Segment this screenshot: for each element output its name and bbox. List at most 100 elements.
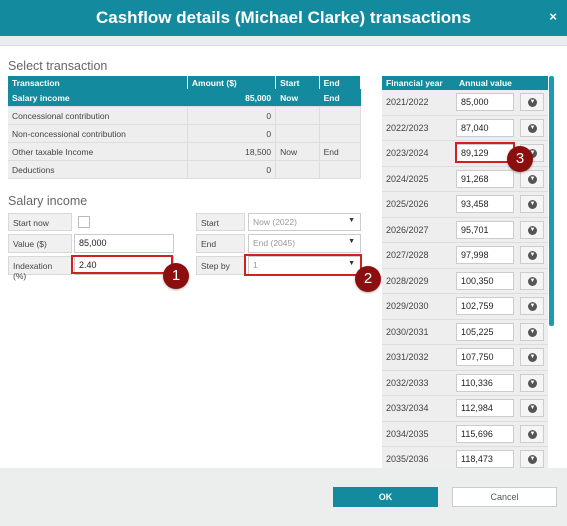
row-action-button[interactable]: ▼: [520, 450, 544, 468]
year-label: 2025/2026: [386, 199, 429, 209]
dialog-title: Cashflow details (Michael Clarke) transa…: [95, 8, 472, 27]
year-row: 2031/2032 107,750 ▼: [382, 345, 548, 371]
col-transaction: Transaction: [8, 76, 188, 89]
row-amount: 0: [187, 106, 277, 125]
row-action-button[interactable]: ▼: [520, 322, 544, 341]
annual-value-input[interactable]: 93,458: [456, 195, 514, 213]
row-end: [319, 124, 362, 143]
chevron-down-circle-icon: ▼: [528, 174, 537, 184]
salary-income-title: Salary income: [8, 194, 88, 208]
year-row: 2035/2036 118,473 ▼: [382, 447, 548, 468]
caret-down-icon: ▼: [348, 238, 355, 245]
year-row: 2028/2029 100,350 ▼: [382, 269, 548, 294]
year-label: 2030/2031: [386, 326, 429, 337]
year-row: 2022/2023 87,040 ▼: [382, 116, 548, 141]
callout-badge-3: 3: [507, 146, 533, 172]
step-by-label: Step by: [196, 256, 245, 275]
row-end: End: [319, 89, 362, 107]
annual-value-input[interactable]: 97,998: [456, 246, 514, 264]
annual-value-callout: [455, 142, 515, 163]
row-action-button[interactable]: ▼: [520, 424, 544, 443]
year-row: 2026/2027 95,701 ▼: [382, 218, 548, 243]
end-select-value: End (2045): [253, 238, 296, 248]
indexation-callout: [71, 255, 173, 274]
callout-badge-2: 2: [355, 266, 381, 292]
row-action-button[interactable]: ▼: [520, 246, 544, 264]
year-label: 2031/2032: [386, 352, 429, 362]
end-label: End: [196, 234, 245, 253]
row-action-button[interactable]: ▼: [520, 220, 544, 239]
row-name: Deductions: [8, 160, 188, 179]
col-financial-year: Financial year: [386, 78, 443, 88]
cancel-button[interactable]: Cancel: [452, 487, 557, 507]
col-start: Start: [275, 76, 320, 89]
chevron-down-circle-icon: ▼: [528, 276, 537, 286]
year-label: 2022/2023: [386, 122, 429, 133]
table-row[interactable]: Other taxable Income 18,500 Now End: [8, 142, 362, 161]
annual-value-input[interactable]: 85,000: [456, 93, 514, 111]
end-select[interactable]: End (2045) ▼: [248, 234, 361, 253]
row-amount: 85,000: [187, 89, 277, 107]
row-action-button[interactable]: ▼: [520, 399, 544, 417]
close-icon[interactable]: ×: [549, 9, 557, 24]
row-end: End: [319, 142, 362, 161]
dialog-titlebar: Cashflow details (Michael Clarke) transa…: [0, 0, 567, 36]
chevron-down-circle-icon: ▼: [528, 98, 537, 107]
year-label: 2029/2030: [386, 301, 429, 311]
chevron-down-circle-icon: ▼: [528, 123, 537, 133]
indexation-label: Indexation (%): [8, 256, 72, 281]
annual-value-input[interactable]: 112,984: [456, 399, 514, 417]
row-name: Non-concessional contribution: [8, 124, 188, 143]
row-action-button[interactable]: ▼: [520, 169, 544, 188]
step-by-callout: [244, 254, 362, 276]
year-row: 2029/2030 102,759 ▼: [382, 294, 548, 320]
annual-value-input[interactable]: 87,040: [456, 118, 514, 137]
ok-button[interactable]: OK: [333, 487, 438, 507]
annual-value-input[interactable]: 91,268: [456, 169, 514, 188]
annual-value-input[interactable]: 118,473: [456, 450, 514, 468]
row-action-button[interactable]: ▼: [520, 297, 544, 315]
annual-value-input[interactable]: 100,350: [456, 271, 514, 290]
row-action-button[interactable]: ▼: [520, 93, 544, 111]
row-action-button[interactable]: ▼: [520, 271, 544, 290]
table-row[interactable]: Deductions 0: [8, 160, 362, 179]
annual-values-panel: Financial year Annual value 2021/2022 85,…: [382, 76, 548, 468]
year-panel-scrollbar[interactable]: [549, 76, 554, 326]
chevron-down-circle-icon: ▼: [528, 251, 537, 260]
annual-value-input[interactable]: 95,701: [456, 220, 514, 239]
row-amount: 18,500: [187, 142, 277, 161]
row-action-button[interactable]: ▼: [520, 373, 544, 392]
year-label: 2034/2035: [386, 428, 429, 439]
year-row: 2027/2028 97,998 ▼: [382, 243, 548, 269]
table-row[interactable]: Non-concessional contribution 0: [8, 124, 362, 143]
start-select[interactable]: Now (2022) ▼: [248, 213, 361, 231]
annual-value-input[interactable]: 105,225: [456, 322, 514, 341]
start-now-checkbox[interactable]: [78, 216, 90, 228]
row-start: Now: [275, 142, 320, 161]
annual-value-input[interactable]: 102,759: [456, 297, 514, 315]
row-start: [275, 106, 320, 125]
row-start: [275, 160, 320, 179]
table-row[interactable]: Salary income 85,000 Now End: [8, 89, 362, 107]
table-row[interactable]: Concessional contribution 0: [8, 106, 362, 125]
year-label: 2035/2036: [386, 454, 429, 464]
header-divider: [0, 36, 567, 46]
chevron-down-circle-icon: ▼: [528, 353, 537, 362]
value-input[interactable]: 85,000: [74, 234, 174, 253]
chevron-down-circle-icon: ▼: [528, 404, 537, 413]
chevron-down-circle-icon: ▼: [528, 429, 537, 439]
annual-value-input[interactable]: 107,750: [456, 348, 514, 366]
year-row: 2032/2033 110,336 ▼: [382, 371, 548, 396]
chevron-down-circle-icon: ▼: [528, 378, 537, 388]
year-label: 2021/2022: [386, 97, 429, 107]
row-action-button[interactable]: ▼: [520, 348, 544, 366]
row-amount: 0: [187, 160, 277, 179]
row-start: [275, 124, 320, 143]
year-label: 2032/2033: [386, 377, 429, 388]
start-now-label: Start now: [8, 213, 72, 231]
annual-value-input[interactable]: 115,696: [456, 424, 514, 443]
transaction-table: Transaction Amount ($) Start End Salary …: [8, 76, 362, 179]
row-action-button[interactable]: ▼: [520, 118, 544, 137]
annual-value-input[interactable]: 110,336: [456, 373, 514, 392]
row-action-button[interactable]: ▼: [520, 195, 544, 213]
